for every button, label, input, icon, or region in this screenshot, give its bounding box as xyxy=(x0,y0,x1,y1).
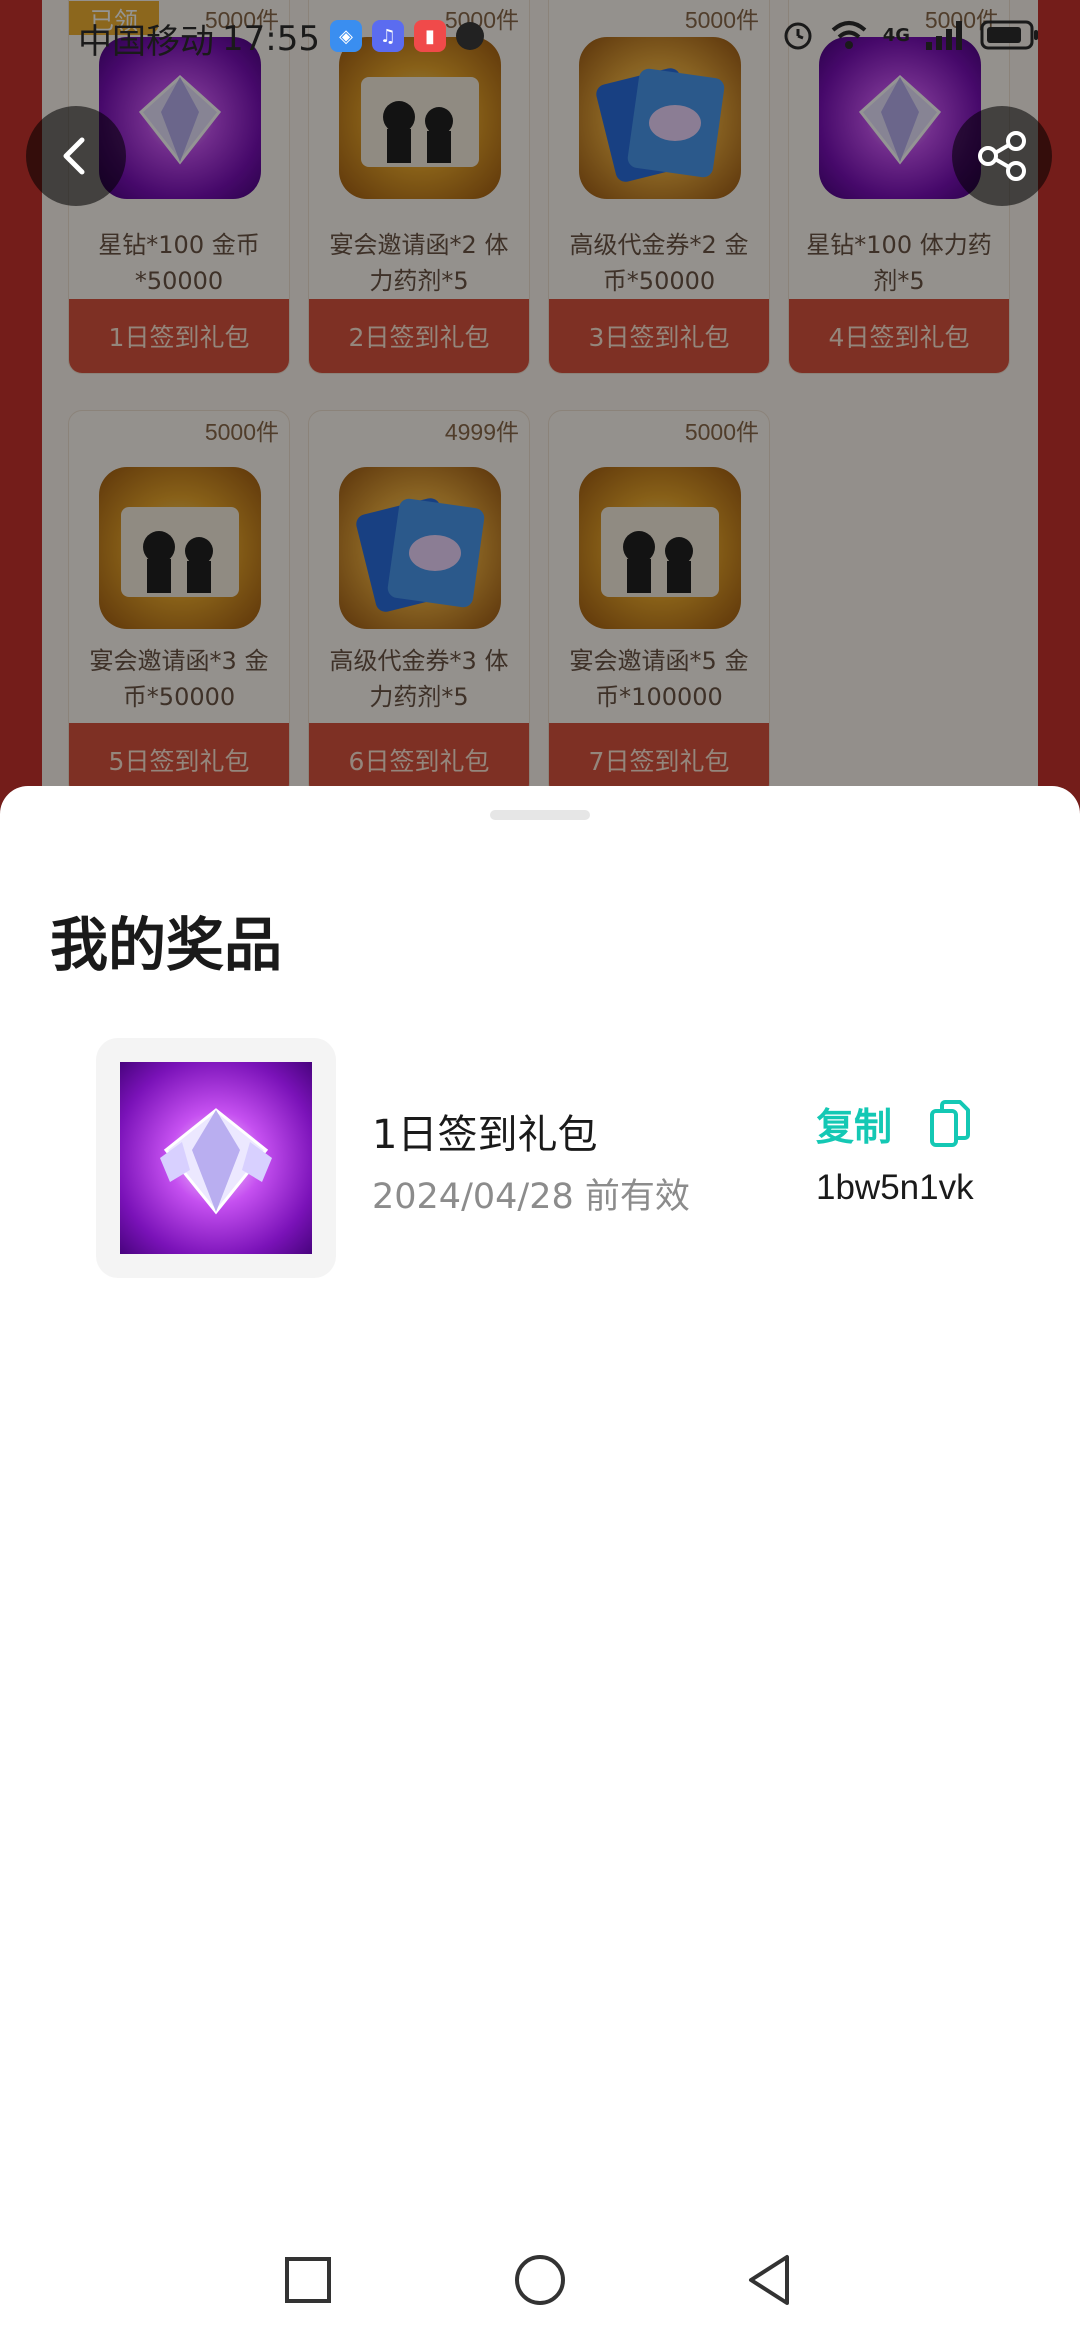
prize-expiry-date: 2024/04/28 前有效 xyxy=(372,1177,690,1217)
home-button[interactable] xyxy=(508,2248,572,2312)
music-app-icon: ♫ xyxy=(372,20,404,52)
signal-icon xyxy=(926,21,962,50)
prize-name: 1日签到礼包 xyxy=(372,1112,598,1158)
browser-app-icon: ◈ xyxy=(330,20,362,52)
reader-app-icon: ▮ xyxy=(414,20,446,52)
battery-icon xyxy=(980,20,1038,50)
carrier-name: 中国移动 xyxy=(78,22,214,62)
prize-item: 1日签到礼包 2024/04/28 前有效 复制 1bw5n1vk xyxy=(96,1038,996,1278)
sheet-title: 我的奖品 xyxy=(50,911,283,979)
system-navigation-bar xyxy=(0,2218,1080,2340)
diamond-icon xyxy=(120,1062,312,1254)
redeem-code: 1bw5n1vk xyxy=(816,1168,974,1207)
status-bar: 中国移动 17:55 ◈ ♫ ▮ 4G xyxy=(0,0,1080,72)
back-nav-button[interactable] xyxy=(738,2248,802,2312)
copy-code-button[interactable]: 复制 xyxy=(816,1096,972,1151)
wifi-icon xyxy=(831,21,867,49)
circle-icon xyxy=(515,2255,565,2305)
back-button[interactable] xyxy=(26,106,126,206)
alarm-icon xyxy=(784,22,812,50)
clock: 17:55 xyxy=(222,18,320,59)
prize-thumbnail xyxy=(96,1038,336,1278)
my-prizes-sheet: 我的奖品 1日签到礼包 2024/04/28 前有效 复制 1bw5n1vk xyxy=(0,786,1080,2340)
copy-icon[interactable] xyxy=(928,1099,972,1149)
chevron-left-icon xyxy=(63,137,85,175)
notification-dot-icon xyxy=(456,22,484,50)
copy-label[interactable]: 复制 xyxy=(816,1096,892,1151)
recent-apps-button[interactable] xyxy=(276,2248,340,2312)
share-button[interactable] xyxy=(952,106,1052,206)
square-icon xyxy=(285,2257,331,2303)
network-type: 4G xyxy=(882,24,910,46)
triangle-back-icon xyxy=(749,2255,789,2305)
share-icon xyxy=(978,131,1026,181)
sheet-drag-handle[interactable] xyxy=(490,810,590,820)
